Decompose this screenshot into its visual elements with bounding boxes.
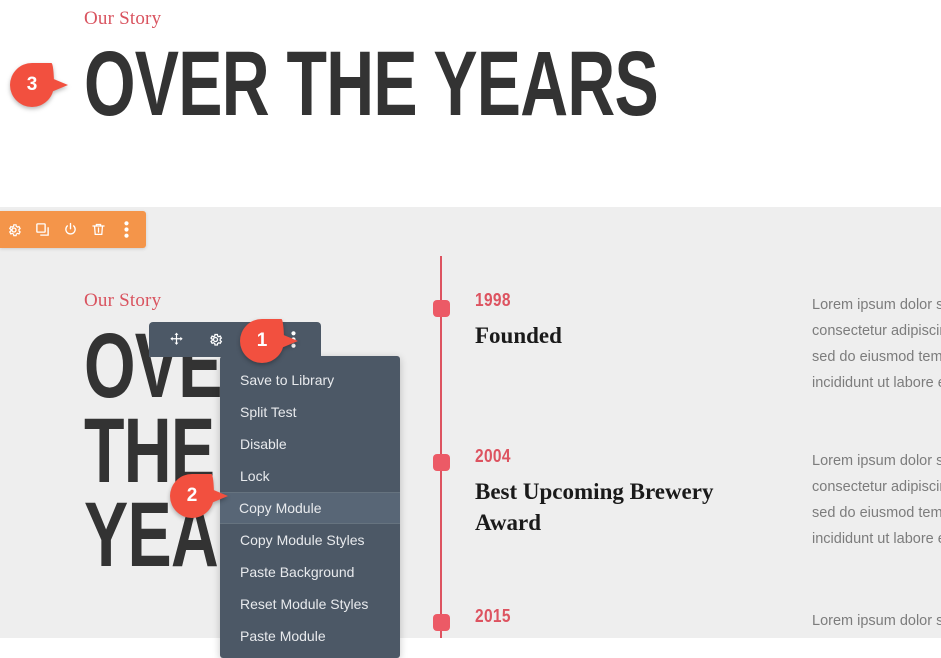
section-toolbar[interactable] — [0, 211, 146, 248]
menu-item-copy-module[interactable]: Copy Module — [220, 492, 400, 524]
section-top-eyebrow: Our Story — [84, 8, 162, 29]
menu-item-paste-module[interactable]: Paste Module — [220, 620, 400, 652]
power-icon[interactable] — [56, 216, 84, 244]
timeline-body: Lorem ipsum dolor sit amet, consectetur … — [812, 453, 941, 558]
timeline-year: 1998 — [475, 290, 511, 310]
menu-item-copy-module-styles[interactable]: Copy Module Styles — [220, 524, 400, 556]
marker-number: 2 — [186, 485, 198, 506]
timeline-body: Lorem ipsum dolor sit amet, consectetur … — [812, 297, 941, 402]
menu-item-disable[interactable]: Disable — [220, 428, 400, 460]
timeline-year: 2004 — [475, 446, 511, 466]
timeline-body: Lorem ipsum dolor sit amet, consectetur … — [812, 613, 941, 629]
timeline-entry: 2004 Best Upcoming Brewery Award — [475, 446, 765, 538]
section-top-heading: OVER THE YEARS — [84, 33, 659, 135]
more-options-icon[interactable] — [112, 216, 140, 244]
move-icon[interactable] — [165, 328, 189, 352]
menu-item-reset-module-styles[interactable]: Reset Module Styles — [220, 588, 400, 620]
timeline-title: Founded — [475, 323, 562, 348]
module-context-menu[interactable]: Save to Library Split Test Disable Lock … — [220, 356, 400, 658]
menu-item-save-to-library[interactable]: Save to Library — [220, 364, 400, 396]
timeline-entry: 2015 — [475, 606, 765, 636]
timeline-node — [433, 614, 450, 631]
menu-item-lock[interactable]: Lock — [220, 460, 400, 492]
marker-number: 3 — [26, 74, 38, 95]
menu-item-paste-background[interactable]: Paste Background — [220, 556, 400, 588]
timeline-node — [433, 300, 450, 317]
callout-marker-2: 2 — [170, 474, 236, 518]
timeline-entry: 1998 Founded — [475, 290, 765, 351]
marker-number: 1 — [256, 330, 268, 351]
duplicate-icon[interactable] — [28, 216, 56, 244]
callout-marker-1: 1 — [240, 319, 306, 363]
timeline-node — [433, 454, 450, 471]
menu-item-split-test[interactable]: Split Test — [220, 396, 400, 428]
timeline-year: 2015 — [475, 606, 511, 626]
page-canvas: Our Story OVER THE YEARS Our Story OVER … — [0, 0, 941, 658]
gear-icon[interactable] — [0, 216, 28, 244]
callout-marker-3: 3 — [10, 63, 76, 107]
gear-icon[interactable] — [204, 328, 228, 352]
trash-icon[interactable] — [84, 216, 112, 244]
timeline-title: Best Upcoming Brewery Award — [475, 479, 714, 536]
section-bottom-eyebrow: Our Story — [84, 290, 162, 311]
